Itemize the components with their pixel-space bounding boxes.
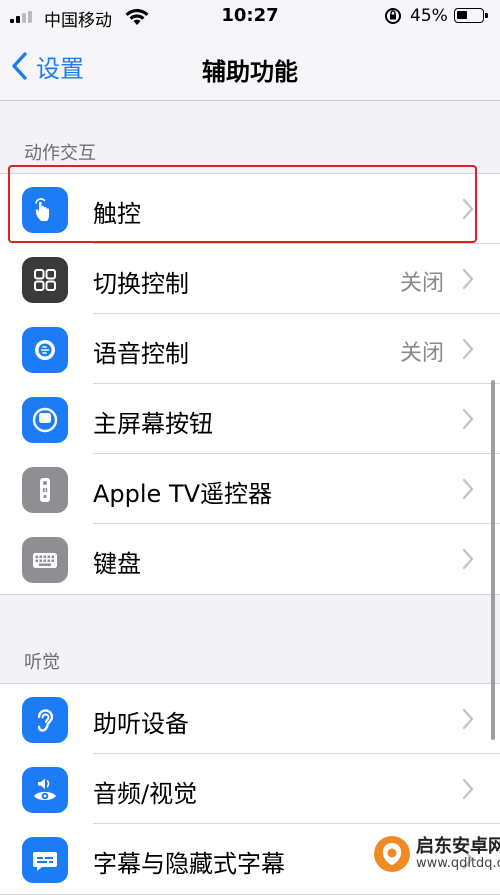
row-label: 切换控制 [93,270,189,298]
row-audio-visual[interactable]: 音频/视觉 [0,754,500,824]
scroll-indicator[interactable] [491,380,495,740]
row-label: 字幕与隐藏式字幕 [93,850,285,878]
chevron-right-icon [462,408,474,430]
tv-remote-icon [22,467,68,513]
status-bar: 中国移动 10:27 45% [0,0,500,34]
chevron-right-icon [462,268,474,290]
row-voice-control[interactable]: 语音控制 关闭 [0,314,500,384]
navigation-bar: 设置 辅助功能 [0,34,500,101]
chevron-right-icon [462,478,474,500]
home-button-icon [22,397,68,443]
row-label: 语音控制 [93,340,189,368]
hand-touch-icon [22,187,68,233]
row-label: 触控 [93,200,141,228]
row-label: 键盘 [93,550,141,578]
page-title: 辅助功能 [202,58,298,86]
battery-percentage: 45% [410,6,448,26]
watermark-name: 启东安卓网 [416,835,500,857]
chevron-right-icon [462,778,474,800]
audio-visual-icon [22,767,68,813]
settings-group-interaction: 触控 切换控制 关闭 语音控制 关闭 主屏幕按钮 Apple TV遥控器 键盘 [0,173,500,595]
site-watermark: 启东安卓网 www.qdltdq.com [372,826,500,882]
chevron-right-icon [462,338,474,360]
orientation-lock-icon [385,8,401,24]
chevron-right-icon [462,198,474,220]
row-label: 主屏幕按钮 [93,410,213,438]
row-label: Apple TV遥控器 [93,480,273,508]
row-apple-tv-remote[interactable]: Apple TV遥控器 [0,454,500,524]
section-header-interaction: 动作交互 [24,143,96,164]
ear-icon [22,697,68,743]
row-label: 音频/视觉 [93,780,198,808]
keyboard-icon [22,537,68,583]
watermark-logo-icon [374,836,410,872]
battery-icon [454,8,488,23]
section-header-hearing: 听觉 [24,652,60,673]
row-switch-control[interactable]: 切换控制 关闭 [0,244,500,314]
row-label: 助听设备 [93,710,189,738]
chevron-right-icon [462,708,474,730]
chevron-right-icon [462,548,474,570]
row-hearing-devices[interactable]: 助听设备 [0,684,500,754]
subtitles-icon [22,837,68,883]
row-home-button[interactable]: 主屏幕按钮 [0,384,500,454]
row-touch[interactable]: 触控 [0,174,500,244]
row-keyboard[interactable]: 键盘 [0,524,500,594]
row-value: 关闭 [399,271,444,296]
switch-control-icon [22,257,68,303]
voice-control-icon [22,327,68,373]
watermark-url: www.qdltdq.com [416,855,500,871]
row-value: 关闭 [399,341,444,366]
